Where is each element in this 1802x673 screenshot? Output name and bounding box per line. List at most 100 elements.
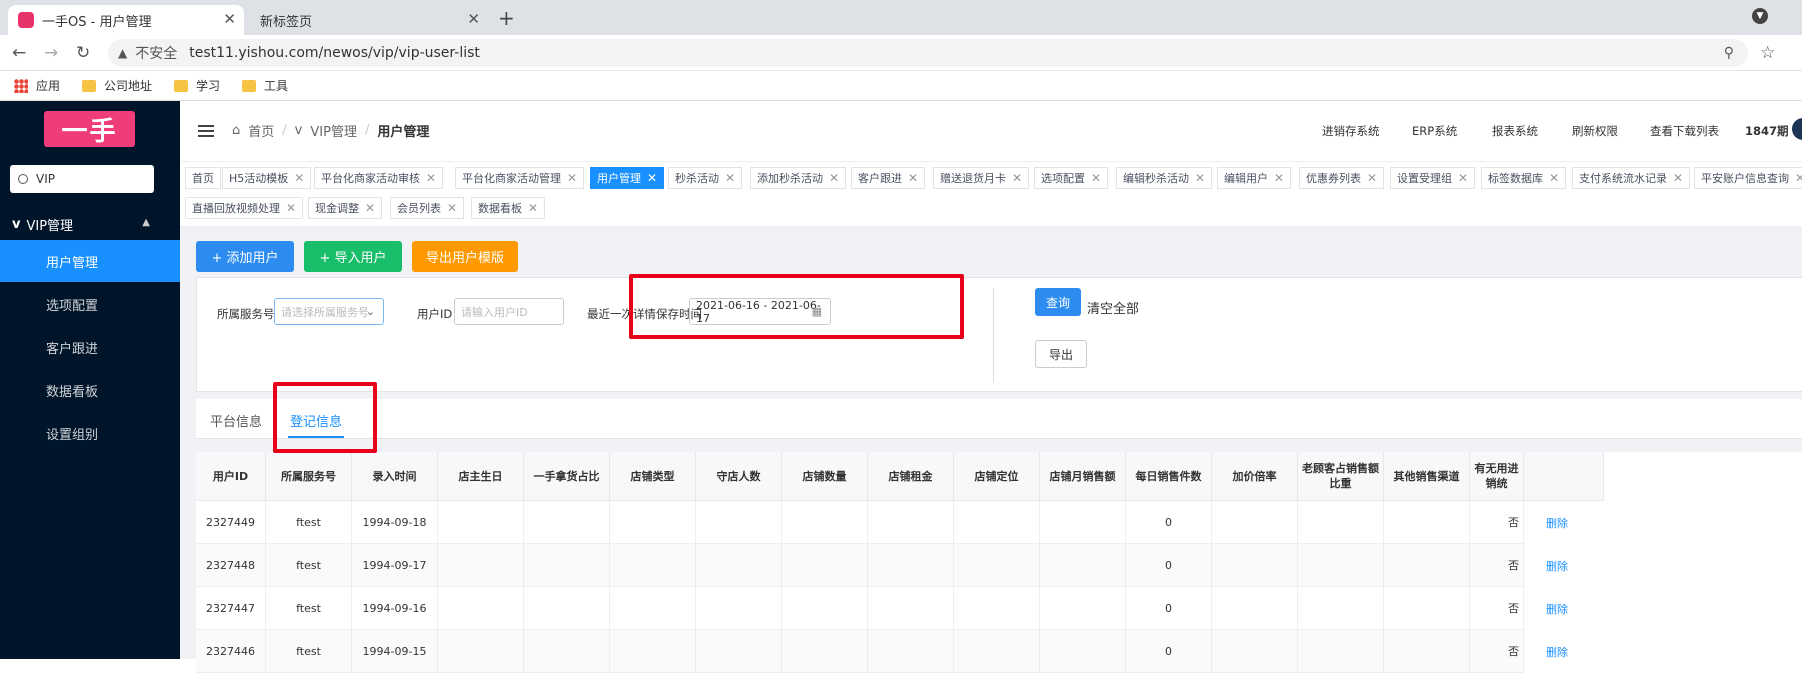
nav-erp[interactable]: ERP系统: [1412, 123, 1457, 139]
table-cell: [954, 501, 1040, 544]
tag-item[interactable]: 数据看板 ✕: [471, 197, 546, 219]
close-tab-icon[interactable]: ✕: [467, 10, 480, 28]
tag-item[interactable]: 平台化商家活动审核 ✕: [314, 167, 444, 189]
close-tab-icon[interactable]: ✕: [223, 10, 236, 28]
user-table: 用户ID 所属服务号 录入时间 店主生日 一手拿货占比 店铺类型 守店人数 店铺…: [196, 452, 1802, 673]
tag-item[interactable]: 平安账户信息查询 ✕: [1694, 167, 1802, 189]
bookmark-star-icon[interactable]: ☆: [1760, 43, 1775, 63]
sidebar-item-groups[interactable]: 设置组别: [0, 412, 180, 454]
tag-item[interactable]: 平台化商家活动管理 ✕: [455, 167, 585, 189]
close-icon: ✕: [528, 201, 539, 215]
tab-search-icon[interactable]: ▼: [1752, 8, 1768, 24]
table-cell: [610, 501, 696, 544]
reload-icon[interactable]: ↻: [76, 43, 90, 63]
tag-item[interactable]: H5活动模板 ✕: [222, 167, 312, 189]
sidebar-item-dashboard[interactable]: 数据看板: [0, 369, 180, 411]
export-button[interactable]: 导出: [1035, 340, 1087, 368]
avatar[interactable]: [1792, 118, 1802, 140]
bookmark-folder[interactable]: 工具: [242, 77, 288, 94]
table-cell: [782, 544, 868, 587]
tab-platform-info[interactable]: 平台信息: [210, 411, 262, 430]
tag-item[interactable]: 会员列表 ✕: [390, 197, 465, 219]
tag-item[interactable]: 直播回放视频处理 ✕: [185, 197, 304, 219]
logo: 一手: [44, 111, 135, 147]
tag-item[interactable]: 赠送退货月卡 ✕: [933, 167, 1030, 189]
table-cell: [1212, 587, 1298, 630]
column-header: 老顾客占销售额比重: [1298, 452, 1384, 501]
close-icon: ✕: [1795, 171, 1802, 185]
close-icon: ✕: [365, 201, 376, 215]
tag-item[interactable]: 选项配置 ✕: [1034, 167, 1109, 189]
tag-item[interactable]: 现金调整 ✕: [308, 197, 383, 219]
browser-tab[interactable]: 新标签页 ✕: [250, 5, 488, 35]
add-user-button[interactable]: + 添加用户: [196, 241, 294, 272]
zoom-icon[interactable]: ⚲: [1724, 45, 1734, 61]
forward-icon[interactable]: →: [44, 43, 58, 63]
sidebar-item-followup[interactable]: 客户跟进: [0, 326, 180, 368]
tag-item[interactable]: 添加秒杀活动 ✕: [750, 167, 847, 189]
table-cell: ftest: [266, 587, 352, 630]
table-cell: [954, 630, 1040, 673]
breadcrumb-vip[interactable]: VIP管理: [310, 121, 357, 140]
url-field[interactable]: ▲ 不安全 test11.yishou.com/newos/vip/vip-us…: [108, 39, 1748, 67]
back-icon[interactable]: ←: [12, 43, 26, 63]
service-select[interactable]: 请选择所属服务号 ⌄: [274, 298, 384, 325]
table-cell: [954, 544, 1040, 587]
uid-input[interactable]: 请输入用户ID: [454, 298, 564, 325]
sidebar-item-user-management[interactable]: 用户管理: [0, 240, 180, 282]
tag-item[interactable]: 设置受理组 ✕: [1390, 167, 1476, 189]
tag-item[interactable]: 客户跟进 ✕: [851, 167, 926, 189]
tag-item[interactable]: 编辑秒杀活动 ✕: [1116, 167, 1213, 189]
tag-item[interactable]: 编辑用户 ✕: [1217, 167, 1292, 189]
nav-inventory[interactable]: 进销存系统: [1322, 123, 1380, 139]
menu-toggle-icon[interactable]: [198, 125, 214, 137]
delete-link[interactable]: 删除: [1546, 601, 1568, 617]
new-tab-icon[interactable]: +: [498, 6, 515, 30]
tag-item[interactable]: 首页: [185, 167, 221, 189]
menu-search-input[interactable]: VIP: [10, 165, 154, 193]
warning-icon: ▲: [118, 46, 128, 60]
tag-item[interactable]: 优惠券列表 ✕: [1299, 167, 1385, 189]
tags-view: 首页 H5活动模板 ✕ 平台化商家活动审核 ✕ 平台化商家活动管理 ✕ 用户管理 ✕ 秒…: [180, 161, 1802, 227]
export-template-button[interactable]: 导出用户模版: [412, 241, 518, 272]
tag-item[interactable]: 秒杀活动 ✕: [668, 167, 743, 189]
browser-tab-active[interactable]: 一手OS - 用户管理 ✕: [8, 5, 244, 35]
sidebar-item-label: 选项配置: [46, 298, 99, 314]
table-cell: [1384, 587, 1470, 630]
nav-download-list[interactable]: 查看下载列表: [1650, 123, 1719, 139]
close-icon: ✕: [1274, 171, 1285, 185]
delete-link[interactable]: 删除: [1546, 558, 1568, 574]
tag-item-active[interactable]: 用户管理 ✕: [590, 167, 665, 189]
tag-item[interactable]: 支付系统流水记录 ✕: [1572, 167, 1691, 189]
table-cell: 否: [1470, 587, 1524, 630]
clear-all-link[interactable]: 清空全部: [1087, 298, 1139, 317]
nav-refresh-permissions[interactable]: 刷新权限: [1572, 123, 1618, 139]
breadcrumb-home[interactable]: 首页: [248, 121, 274, 140]
bookmark-label: 公司地址: [104, 79, 153, 93]
import-user-button[interactable]: + 导入用户: [304, 241, 402, 272]
close-icon: ✕: [567, 171, 578, 185]
bookmark-apps[interactable]: 应用: [14, 77, 60, 94]
column-header: 录入时间: [352, 452, 438, 501]
delete-link[interactable]: 删除: [1546, 515, 1568, 531]
home-icon: ⌂: [232, 123, 241, 138]
bookmark-folder[interactable]: 公司地址: [82, 77, 152, 94]
sidebar-item-options[interactable]: 选项配置: [0, 283, 180, 325]
tag-item[interactable]: 标签数据库 ✕: [1481, 167, 1567, 189]
delete-link[interactable]: 删除: [1546, 644, 1568, 660]
url-text[interactable]: test11.yishou.com/newos/vip/vip-user-lis…: [189, 45, 480, 61]
bookmark-folder[interactable]: 学习: [174, 77, 220, 94]
address-bar: ← → ↻ ▲ 不安全 test11.yishou.com/newos/vip/…: [0, 35, 1802, 71]
column-header: 用户ID: [196, 452, 266, 501]
query-button[interactable]: 查询: [1035, 288, 1081, 316]
folder-icon: [82, 79, 97, 92]
sidebar-item-label: 用户管理: [46, 255, 99, 271]
table-cell: [1040, 630, 1126, 673]
filter-panel: 所属服务号 请选择所属服务号 ⌄ 用户ID 请输入用户ID 最近一次详情保存时间…: [196, 277, 1802, 392]
nav-reports[interactable]: 报表系统: [1492, 123, 1538, 139]
close-icon: ✕: [1091, 171, 1102, 185]
close-icon: ✕: [829, 171, 840, 185]
sidebar-group-vip[interactable]: v VIP管理 ▲: [0, 209, 180, 239]
column-header-actions: [1524, 452, 1604, 501]
bookmark-label: 工具: [264, 79, 289, 93]
